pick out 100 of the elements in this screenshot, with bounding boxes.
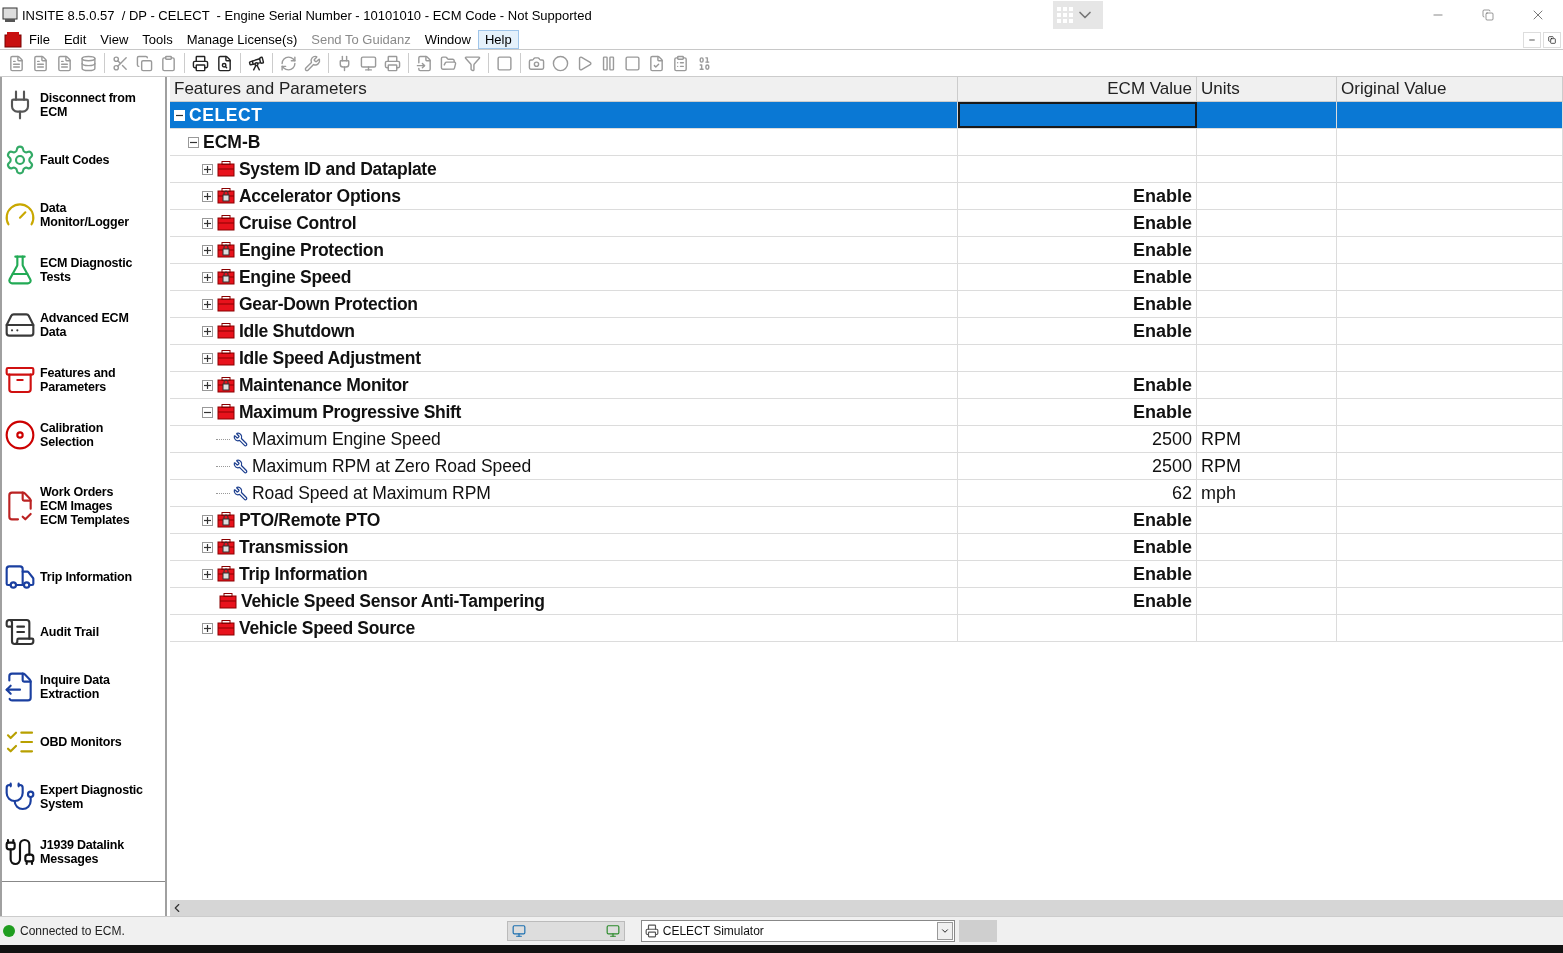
menu-item[interactable]: Manage License(s)	[179, 30, 305, 49]
column-header[interactable]: ECM Value	[958, 77, 1197, 101]
tree-label: PTO/Remote PTO	[239, 509, 381, 531]
units-value: RPM	[1201, 428, 1241, 450]
sidebar-item[interactable]: Inquire Data Extraction	[2, 659, 165, 714]
menu-item[interactable]: Edit	[56, 30, 94, 49]
folder-icon[interactable]	[440, 54, 457, 72]
sidebar-item[interactable]: Disconnect from ECM	[2, 77, 165, 132]
sidebar-item[interactable]: ECM Diagnostic Tests	[2, 242, 165, 297]
tree-row[interactable]: Maximum RPM at Zero Road Speed 2500 RPM	[170, 453, 1563, 480]
document-icon[interactable]	[8, 54, 25, 72]
menu-item[interactable]: Help	[478, 30, 519, 49]
column-header[interactable]: Units	[1197, 77, 1337, 101]
stop-icon[interactable]	[624, 54, 641, 72]
menu-item[interactable]: Window	[417, 30, 478, 49]
ecm-value: Enable	[1132, 266, 1192, 288]
tree-row[interactable]: Vehicle Speed Sensor Anti-Tampering Enable	[170, 588, 1563, 615]
tree-row[interactable]: Engine Speed Enable	[170, 264, 1563, 291]
ecm-value: Enable	[1132, 563, 1192, 585]
tree-row[interactable]: Transmission Enable	[170, 534, 1563, 561]
refresh-icon[interactable]	[280, 54, 297, 72]
sidebar-item[interactable]: OBD Monitors	[2, 714, 165, 769]
print-icon[interactable]	[192, 54, 209, 72]
sidebar-item[interactable]: J1939 Datalink Messages	[2, 824, 165, 879]
menu-item[interactable]: Tools	[135, 30, 180, 49]
tree-row[interactable]: Idle Shutdown Enable	[170, 318, 1563, 345]
print-preview-icon[interactable]	[216, 54, 233, 72]
sidebar-item[interactable]: Audit Trail	[2, 604, 165, 659]
tree-row[interactable]: Maximum Progressive Shift Enable	[170, 399, 1563, 426]
expand-button[interactable]	[202, 325, 213, 337]
apps-button[interactable]	[1053, 1, 1103, 29]
paste-icon[interactable]	[160, 54, 177, 72]
document-icon[interactable]	[56, 54, 73, 72]
device-dropdown[interactable]: CELECT Simulator	[640, 920, 955, 942]
restore-button[interactable]	[1543, 31, 1561, 48]
expand-button[interactable]	[202, 190, 213, 202]
sidebar-item[interactable]: Advanced ECM Data	[2, 297, 165, 352]
tree-row[interactable]: Road Speed at Maximum RPM 62 mph	[170, 480, 1563, 507]
expand-button[interactable]	[202, 163, 213, 175]
computer-icon[interactable]	[360, 54, 377, 72]
expand-button[interactable]	[202, 352, 213, 364]
tree-row[interactable]: Engine Protection Enable	[170, 237, 1563, 264]
expand-button[interactable]	[202, 217, 213, 229]
tree-row[interactable]: Maintenance Monitor Enable	[170, 372, 1563, 399]
tree-label: Engine Speed	[239, 266, 352, 288]
sidebar-item[interactable]: Expert Diagnostic System	[2, 769, 165, 824]
sidebar-item[interactable]: Fault Codes	[2, 132, 165, 187]
menu-item[interactable]: View	[93, 30, 136, 49]
units-value: mph	[1201, 482, 1236, 504]
tree-row[interactable]: ECM-B	[170, 129, 1563, 156]
expand-button[interactable]	[202, 514, 213, 526]
expand-button[interactable]	[202, 379, 213, 391]
sidebar-item[interactable]: Work Orders ECM Images ECM Templates	[2, 462, 165, 549]
tree-label: Road Speed at Maximum RPM	[252, 482, 491, 504]
collapse-button[interactable]	[202, 406, 213, 418]
sidebar-item[interactable]: Calibration Selection	[2, 407, 165, 462]
tree-row[interactable]: Idle Speed Adjustment	[170, 345, 1563, 372]
minimize-button[interactable]	[1523, 31, 1541, 48]
dropdown-button[interactable]	[936, 922, 953, 940]
page-icon[interactable]	[496, 54, 513, 72]
tree-row[interactable]: PTO/Remote PTO Enable	[170, 507, 1563, 534]
import-icon[interactable]	[416, 54, 433, 72]
tree-row[interactable]: CELECT	[170, 102, 1563, 129]
camera-icon[interactable]	[528, 54, 545, 72]
expand-button[interactable]	[202, 568, 213, 580]
tree-label: Transmission	[239, 536, 349, 558]
sidebar-item[interactable]: Features and Parameters	[2, 352, 165, 407]
tree-row[interactable]: Gear-Down Protection Enable	[170, 291, 1563, 318]
play-icon[interactable]	[576, 54, 593, 72]
wrench-icon[interactable]	[304, 54, 321, 72]
expand-button[interactable]	[202, 541, 213, 553]
menu-item[interactable]: File	[22, 30, 57, 49]
tree-row[interactable]: Cruise Control Enable	[170, 210, 1563, 237]
tree-row[interactable]: Accelerator Options Enable	[170, 183, 1563, 210]
tree-row[interactable]: Vehicle Speed Source	[170, 615, 1563, 642]
computer-icon	[511, 924, 526, 938]
expand-button[interactable]	[202, 298, 213, 310]
expand-button[interactable]	[202, 244, 213, 256]
tree-label: Idle Shutdown	[239, 320, 355, 342]
tree-row[interactable]: System ID and Dataplate	[170, 156, 1563, 183]
printer-icon[interactable]	[384, 54, 401, 72]
clipboard-icon[interactable]	[672, 54, 689, 72]
cut-icon[interactable]	[112, 54, 129, 72]
document-icon[interactable]	[32, 54, 49, 72]
sidebar-item[interactable]: Trip Information	[2, 549, 165, 604]
horizontal-scrollbar[interactable]	[170, 900, 1563, 916]
column-header[interactable]: Original Value	[1337, 77, 1563, 101]
tree-row[interactable]: Trip Information Enable	[170, 561, 1563, 588]
copy-icon[interactable]	[136, 54, 153, 72]
column-header[interactable]: Features and Parameters	[170, 77, 958, 101]
collapse-button[interactable]	[188, 136, 199, 148]
record-icon[interactable]	[552, 54, 569, 72]
file-icon[interactable]	[648, 54, 665, 72]
filter-icon[interactable]	[464, 54, 481, 72]
database-icon[interactable]	[80, 54, 97, 72]
expand-button[interactable]	[202, 622, 213, 634]
sidebar-item[interactable]: Data Monitor/Logger	[2, 187, 165, 242]
tree-row[interactable]: Maximum Engine Speed 2500 RPM	[170, 426, 1563, 453]
pause-icon[interactable]	[600, 54, 617, 72]
expand-button[interactable]	[202, 271, 213, 283]
